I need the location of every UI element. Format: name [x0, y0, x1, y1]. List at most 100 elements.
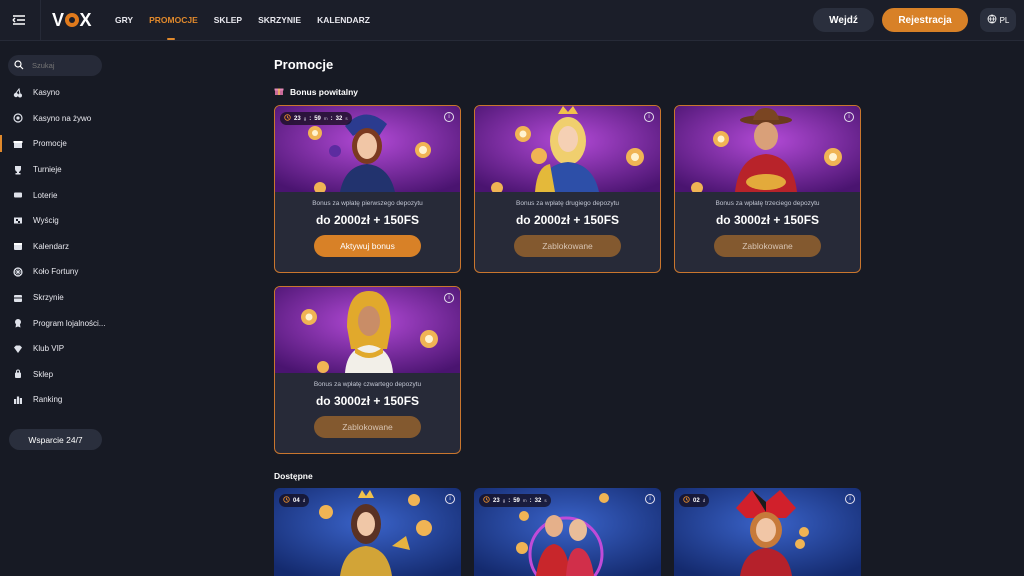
available-promo-card[interactable]: 04 d i	[274, 488, 461, 576]
section-title-label: Dostępne	[274, 471, 313, 481]
flag-icon	[13, 216, 23, 226]
timer-minutes: 59	[314, 115, 321, 122]
nav-item-kalendarz[interactable]: KALENDARZ	[317, 15, 370, 25]
promo-amount: do 3000zł + 150FS	[315, 394, 420, 408]
sidebar-item-kolo-fortuny[interactable]: Koło Fortuny	[0, 259, 112, 285]
timer-minutes-unit: m	[323, 116, 328, 121]
promo-card[interactable]: 23 g : 59 m : 32 s i Bonus za wpłatę pierws…	[274, 105, 461, 273]
nav-item-sklep[interactable]: SKLEP	[214, 15, 242, 25]
available-promo-card[interactable]: 23 g : 59 m : 32 s i	[474, 488, 661, 576]
top-bar: VX GRY PROMOCJE SKLEP SKRZYNIE KALENDARZ…	[0, 0, 1024, 41]
nav-item-promocje[interactable]: PROMOCJE	[149, 15, 198, 40]
locked-button[interactable]: Zablokowane	[514, 235, 621, 257]
sidebar-item-label: Ranking	[33, 395, 63, 405]
timer-separator: :	[508, 497, 511, 504]
info-icon[interactable]: i	[645, 494, 655, 504]
sidebar-item-label: Kalendarz	[33, 241, 70, 251]
countdown-timer: 23 g : 59 m : 32 s	[280, 112, 352, 125]
info-icon[interactable]: i	[444, 293, 454, 303]
nav-item-skrzynie[interactable]: SKRZYNIE	[258, 15, 301, 25]
ticket-icon	[13, 190, 23, 200]
sidebar-item-sklep[interactable]: Sklep	[0, 362, 112, 388]
info-icon[interactable]: i	[845, 494, 855, 504]
clock-icon	[483, 496, 490, 505]
login-button[interactable]: Wejdź	[813, 8, 874, 32]
section-title-label: Bonus powitalny	[290, 87, 358, 97]
search-box[interactable]	[8, 55, 102, 76]
timer-days-unit: g	[502, 498, 506, 503]
sidebar-item-kalendarz[interactable]: Kalendarz	[0, 234, 112, 260]
gift-icon	[13, 139, 23, 149]
page-title: Promocje	[274, 57, 334, 72]
info-icon[interactable]: i	[444, 112, 454, 122]
search-input[interactable]	[32, 61, 92, 70]
chest-icon	[13, 293, 23, 303]
info-icon[interactable]: i	[445, 494, 455, 504]
language-code: PL	[999, 15, 1010, 25]
sidebar-item-label: Klub VIP	[33, 344, 65, 354]
timer-seconds-unit: s	[544, 498, 547, 503]
locked-button[interactable]: Zablokowane	[714, 235, 821, 257]
trophy-icon	[13, 165, 23, 175]
countdown-timer: 02 d	[679, 494, 710, 507]
timer-seconds: 32	[534, 497, 542, 504]
promo-card-body: Bonus za wpłatę pierwszego depozytu do 2…	[275, 192, 460, 272]
promo-amount: do 2000zł + 150FS	[315, 213, 420, 227]
timer-separator: :	[309, 115, 312, 122]
promo-amount: do 3000zł + 150FS	[715, 213, 820, 227]
activate-bonus-button[interactable]: Aktywuj bonus	[314, 235, 421, 257]
timer-days: 04	[293, 497, 300, 504]
sidebar-item-loterie[interactable]: Loterie	[0, 182, 112, 208]
calendar-icon	[13, 241, 23, 251]
section-title-available: Dostępne	[274, 471, 313, 481]
sidebar-item-wyscig[interactable]: Wyścig	[0, 208, 112, 234]
sidebar-item-klub-vip[interactable]: Klub VIP	[0, 336, 112, 362]
menu-collapse-icon[interactable]	[11, 12, 27, 28]
timer-days-unit: d	[702, 498, 706, 503]
sidebar-item-label: Loterie	[33, 190, 58, 200]
ranking-icon	[13, 395, 23, 405]
info-icon[interactable]: i	[844, 112, 854, 122]
support-button[interactable]: Wsparcie 24/7	[9, 429, 102, 450]
wheel-icon	[13, 267, 23, 277]
info-icon[interactable]: i	[644, 112, 654, 122]
sidebar-list: Kasyno Kasyno na żywo Promocje Turnieje …	[0, 80, 112, 413]
sidebar-item-turnieje[interactable]: Turnieje	[0, 157, 112, 183]
language-selector[interactable]: PL	[980, 8, 1016, 32]
section-title-welcome: Bonus powitalny	[274, 86, 358, 98]
sidebar-item-label: Kasyno na żywo	[33, 113, 92, 123]
timer-days-unit: g	[303, 116, 307, 121]
promo-subtitle: Bonus za wpłatę pierwszego depozytu	[312, 200, 423, 207]
locked-button[interactable]: Zablokowane	[314, 416, 421, 438]
promo-card[interactable]: i Bonus za wpłatę trzeciego depozytu do …	[674, 105, 861, 273]
sidebar-item-skrzynie[interactable]: Skrzynie	[0, 285, 112, 311]
nav-item-gry[interactable]: GRY	[115, 15, 133, 25]
sidebar-item-program-lojalnosci[interactable]: Program lojalności...	[0, 310, 112, 336]
search-icon	[14, 57, 24, 75]
available-promo-card[interactable]: 02 d i	[674, 488, 861, 576]
sidebar-item-label: Promocje	[33, 139, 67, 149]
sidebar-item-kasyno[interactable]: Kasyno	[0, 80, 112, 106]
promo-card[interactable]: i Bonus za wpłatę drugiego depozytu do 2…	[474, 105, 661, 273]
timer-days: 23	[493, 497, 500, 504]
clock-icon	[683, 496, 690, 505]
clock-icon	[284, 114, 291, 123]
promo-amount: do 2000zł + 150FS	[515, 213, 620, 227]
timer-seconds: 32	[335, 115, 343, 122]
promo-card[interactable]: i Bonus za wpłatę czwartego depozytu do …	[274, 286, 461, 454]
timer-days: 02	[693, 497, 700, 504]
countdown-timer: 04 d	[279, 494, 310, 507]
timer-separator: :	[330, 115, 333, 122]
sidebar-item-ranking[interactable]: Ranking	[0, 387, 112, 413]
sidebar-item-promocje[interactable]: Promocje	[0, 131, 112, 157]
gift-icon	[274, 86, 284, 98]
sidebar-item-label: Program lojalności...	[33, 318, 106, 328]
promo-subtitle: Bonus za wpłatę trzeciego depozytu	[715, 200, 820, 207]
timer-days: 23	[294, 115, 301, 122]
sidebar: Kasyno Kasyno na żywo Promocje Turnieje …	[0, 42, 112, 576]
promo-image-cleopatra	[275, 287, 460, 373]
brand-logo[interactable]: VX	[52, 10, 92, 31]
sidebar-item-label: Sklep	[33, 369, 54, 379]
register-button[interactable]: Rejestracja	[882, 8, 968, 32]
sidebar-item-kasyno-na-zywo[interactable]: Kasyno na żywo	[0, 106, 112, 132]
